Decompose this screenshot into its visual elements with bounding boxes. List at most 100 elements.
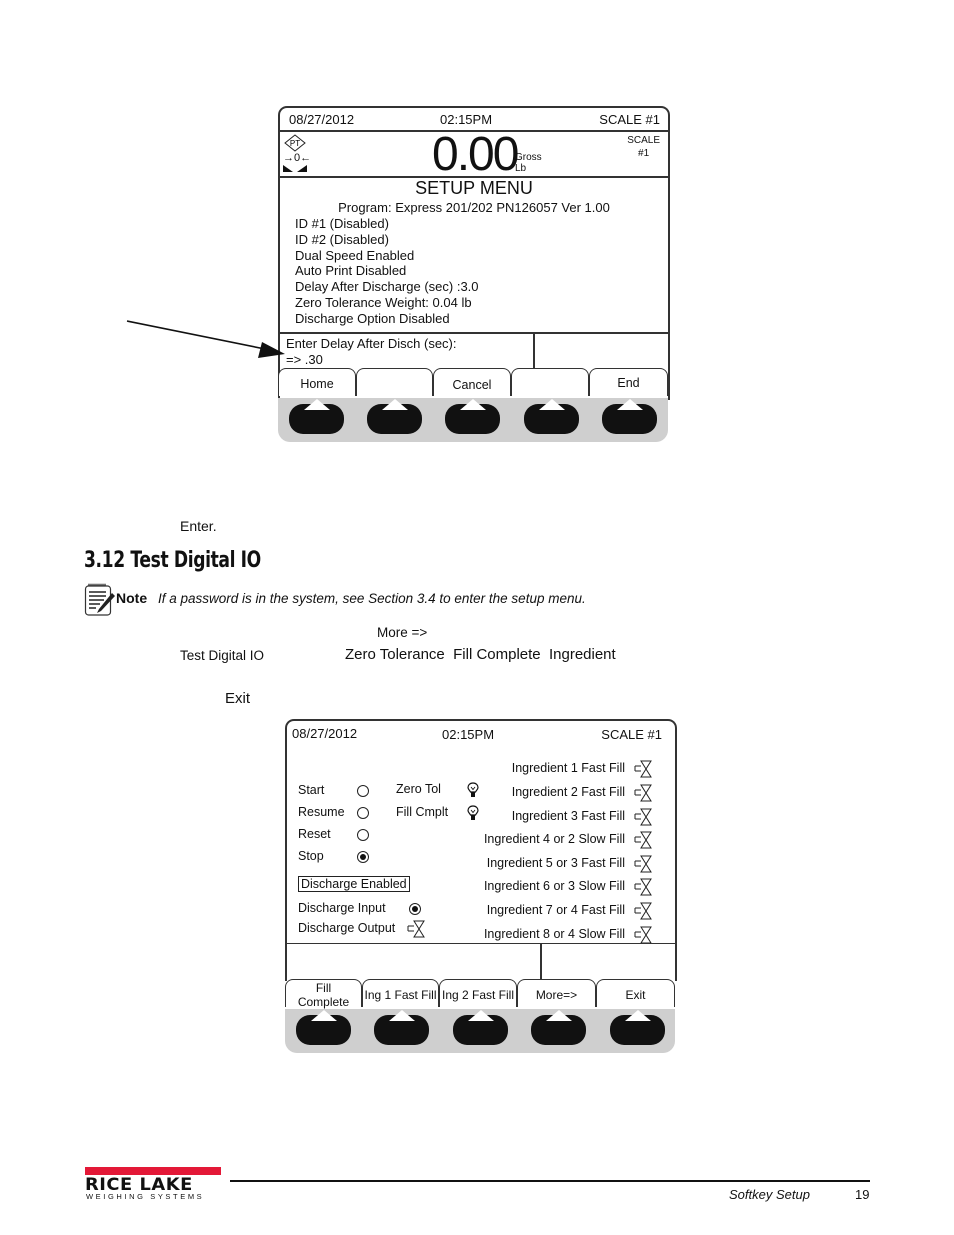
program-info: Program: Express 201/202 PN126057 Ver 1.…: [338, 200, 610, 215]
prompt-area: [287, 943, 675, 984]
menu-line: ID #1 (Disabled): [295, 216, 389, 231]
menu-line: Dual Speed Enabled: [295, 247, 415, 263]
menu-line: Auto Print Disabled: [295, 263, 407, 279]
discharge-input-label: Discharge Input: [298, 901, 386, 915]
company-logo-subtitle: WEIGHING SYSTEMS: [86, 1192, 205, 1201]
softkey-blank-2[interactable]: [356, 368, 433, 396]
note-label: Note: [116, 590, 148, 606]
valve-icon: [634, 878, 652, 896]
softkey-row: Fill Complete Ing 1 Fast Fill Ing 2 Fast…: [285, 979, 677, 1009]
options-text: Zero Tolerance Fill Complete Ingredient: [345, 646, 616, 663]
enter-text: Enter.: [180, 518, 217, 534]
note-text: If a password is in the system, see Sect…: [158, 591, 586, 606]
time-label: 02:15PM: [440, 112, 493, 127]
page-number: 19: [855, 1187, 870, 1202]
pt-badge-icon: PT: [284, 134, 306, 152]
input-label-stop: Stop: [298, 849, 324, 863]
hardware-key-5[interactable]: [602, 399, 657, 434]
menu-line: ID #2 (Disabled): [295, 231, 389, 247]
softkey-home[interactable]: Home: [278, 368, 356, 396]
softkey-label-line2: Complete: [297, 995, 350, 1009]
output-label: Ingredient 3 Fast Fill: [511, 809, 625, 823]
softkey-more[interactable]: More=>: [517, 979, 596, 1007]
output-label: Ingredient 4 or 2 Slow Fill: [483, 832, 625, 846]
more-text: More =>: [377, 625, 428, 640]
standstill-icon: [283, 165, 307, 172]
input-start-indicator: [357, 785, 369, 797]
display-frame: 08/27/2012 02:15PM SCALE #1 Start Resume…: [285, 719, 677, 984]
footer-section-title: Softkey Setup: [729, 1187, 810, 1202]
valve-icon: [634, 855, 652, 873]
scale-indicator: SCALE #1: [627, 134, 660, 160]
prompt-input[interactable]: Enter Delay After Disch (sec): => .30: [286, 336, 457, 368]
date-label: 08/27/2012: [289, 112, 355, 127]
hardware-key-1[interactable]: [296, 1010, 351, 1045]
valve-icon: [634, 902, 652, 920]
test-digital-io-screen: 08/27/2012 02:15PM SCALE #1 Start Resume…: [285, 719, 677, 1053]
svg-text:PT: PT: [290, 139, 300, 148]
input-label-reset: Reset: [298, 827, 331, 841]
softkey-ing2-fast-fill[interactable]: Ing 2 Fast Fill: [439, 979, 517, 1007]
divider: [533, 334, 535, 372]
hardware-key-2[interactable]: [367, 399, 422, 434]
weight-row: PT →0← 0.00 Gross Lb SCALE #1: [280, 128, 668, 181]
menu-line: Discharge Option Disabled: [295, 310, 450, 326]
weight-display: 0.00: [432, 128, 519, 181]
hardware-key-5[interactable]: [610, 1010, 665, 1045]
discharge-enabled-label: Discharge Enabled: [298, 876, 410, 892]
hardware-key-4[interactable]: [524, 399, 579, 434]
prompt-label: Enter Delay After Disch (sec):: [286, 336, 457, 351]
valve-icon: [634, 831, 652, 849]
menu-line: Zero Tolerance Weight: 0.04 lb: [295, 294, 472, 310]
softkey-fill-complete[interactable]: Fill Complete: [285, 979, 362, 1009]
test-digital-io-text: Test Digital IO: [180, 648, 265, 663]
scale-indicator-line1: SCALE: [627, 135, 660, 146]
divider: [540, 944, 542, 982]
weight-mode: Gross: [515, 152, 542, 163]
input-resume-indicator: [357, 807, 369, 819]
light-bulb-icon: [467, 782, 479, 797]
output-label: Ingredient 6 or 3 Slow Fill: [483, 879, 625, 893]
softkey-ing1-fast-fill[interactable]: Ing 1 Fast Fill: [362, 979, 439, 1007]
note-pad-icon: [84, 583, 115, 616]
output-label: Ingredient 7 or 4 Fast Fill: [486, 903, 625, 917]
softkey-end[interactable]: End: [589, 368, 668, 396]
prompt-value: => .30: [286, 352, 323, 367]
valve-icon: [634, 926, 652, 944]
scale-label: SCALE #1: [599, 112, 660, 127]
setup-menu-screen: 08/27/2012 02:15PM SCALE #1 PT →0← 0.00 …: [278, 106, 670, 442]
hardware-key-2[interactable]: [374, 1010, 429, 1045]
softkey-exit[interactable]: Exit: [596, 979, 675, 1007]
logo-bar: [85, 1167, 221, 1175]
softkey-cancel[interactable]: Cancel: [433, 368, 511, 396]
exit-text: Exit: [225, 690, 251, 707]
date-label: 08/27/2012: [292, 726, 358, 741]
setup-menu-list: ID #1 (Disabled) ID #2 (Disabled) Dual S…: [295, 216, 479, 327]
valve-icon: [634, 808, 652, 826]
valve-icon: [407, 920, 425, 938]
hardware-key-1[interactable]: [289, 399, 344, 434]
input-stop-indicator: [357, 851, 369, 863]
footer-rule: [230, 1180, 870, 1182]
hardware-key-4[interactable]: [531, 1010, 586, 1045]
output-label: Ingredient 8 or 4 Slow Fill: [483, 927, 625, 941]
scale-label: SCALE #1: [601, 727, 662, 742]
output-label: Ingredient 2 Fast Fill: [511, 785, 625, 799]
valve-icon: [634, 760, 652, 778]
softkey-row: Home Cancel End: [278, 368, 670, 398]
discharge-input-indicator: [409, 903, 421, 915]
hardware-key-3[interactable]: [445, 399, 500, 434]
prompt-area: Enter Delay After Disch (sec): => .30: [280, 332, 668, 372]
output-label: Ingredient 5 or 3 Fast Fill: [486, 856, 625, 870]
input-label-resume: Resume: [298, 805, 345, 819]
input-label-start: Start: [298, 783, 325, 797]
time-label: 02:15PM: [442, 727, 495, 742]
setup-menu-title: SETUP MENU: [415, 178, 533, 198]
input-reset-indicator: [357, 829, 369, 841]
output-label: Ingredient 1 Fast Fill: [511, 761, 625, 775]
display-frame: 08/27/2012 02:15PM SCALE #1 PT →0← 0.00 …: [278, 106, 670, 400]
section-heading: 3.12 Test Digital IO: [84, 548, 261, 573]
hardware-key-3[interactable]: [453, 1010, 508, 1045]
light-bulb-icon: [467, 805, 479, 820]
softkey-blank-4[interactable]: [511, 368, 589, 396]
